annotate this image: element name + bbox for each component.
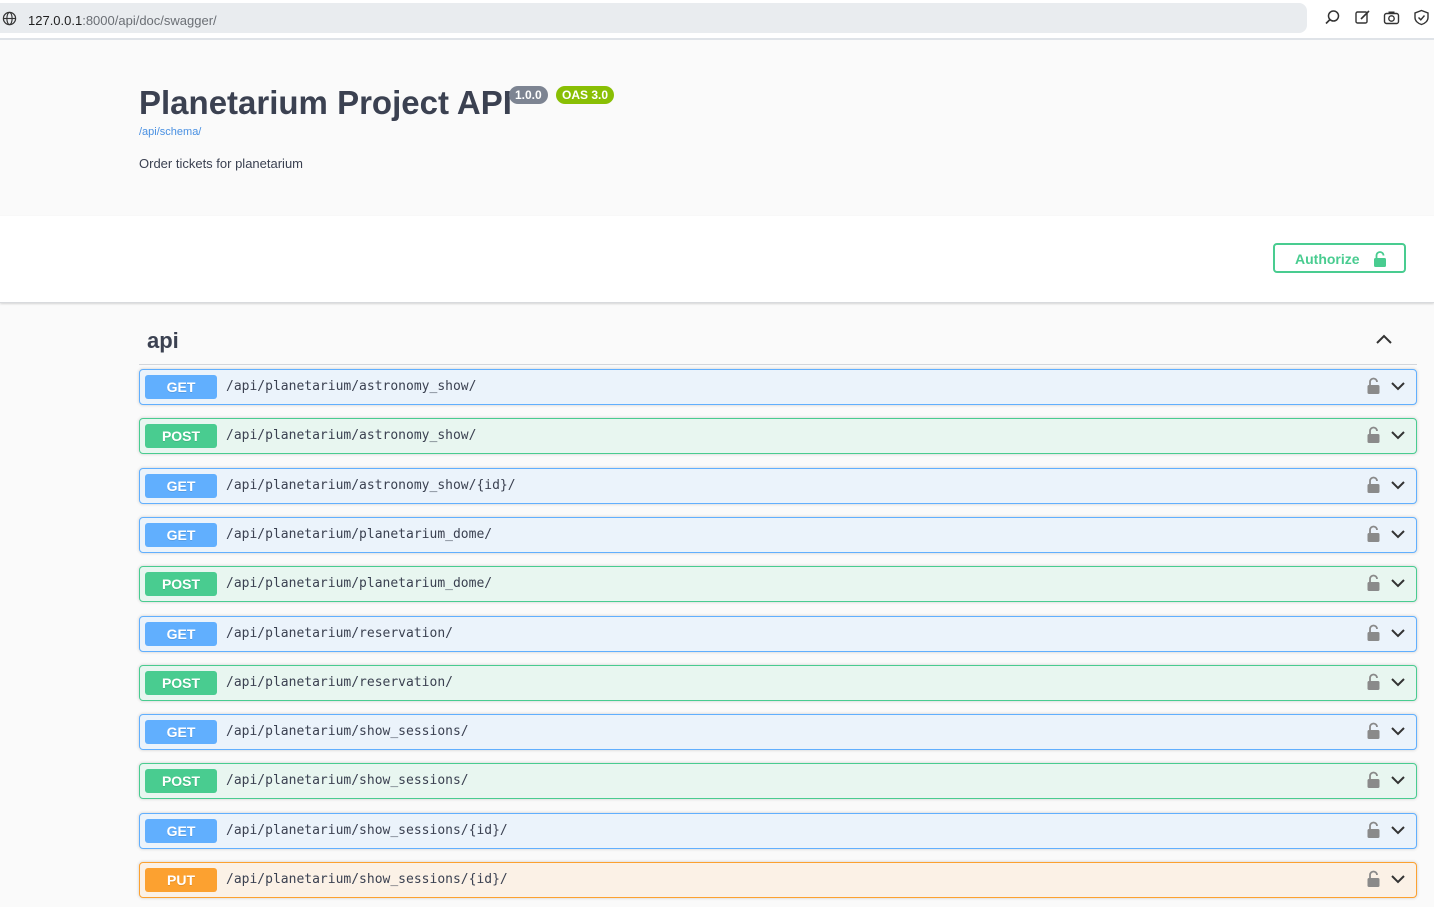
operation-row-get[interactable]: GET/api/planetarium/planetarium_dome/ xyxy=(139,517,1417,553)
authorize-label: Authorize xyxy=(1295,251,1360,267)
unlocked-lock-icon[interactable] xyxy=(1367,722,1380,739)
unlocked-lock-icon[interactable] xyxy=(1367,525,1380,542)
operation-path: /api/planetarium/astronomy_show/{id}/ xyxy=(226,478,516,493)
operation-path: /api/planetarium/reservation/ xyxy=(226,675,453,690)
edit-icon[interactable] xyxy=(1354,9,1371,26)
chevron-down-icon[interactable] xyxy=(1390,774,1406,786)
operation-path: /api/planetarium/show_sessions/{id}/ xyxy=(226,823,508,838)
chevron-down-icon[interactable] xyxy=(1390,380,1406,392)
operation-row-post[interactable]: POST/api/planetarium/show_sessions/ xyxy=(139,763,1417,799)
chevron-down-icon[interactable] xyxy=(1390,873,1406,885)
operation-row-post[interactable]: POST/api/planetarium/reservation/ xyxy=(139,665,1417,701)
chevron-down-icon[interactable] xyxy=(1390,627,1406,639)
method-badge: POST xyxy=(145,572,217,596)
operation-row-post[interactable]: POST/api/planetarium/astronomy_show/ xyxy=(139,418,1417,454)
operation-row-post[interactable]: POST/api/planetarium/planetarium_dome/ xyxy=(139,566,1417,602)
method-badge: GET xyxy=(145,523,217,547)
operation-row-get[interactable]: GET/api/planetarium/show_sessions/{id}/ xyxy=(139,813,1417,849)
unlocked-lock-icon[interactable] xyxy=(1367,574,1380,591)
unlocked-lock-icon[interactable] xyxy=(1367,426,1380,443)
address-bar[interactable]: 127.0.0.1:8000/api/doc/swagger/ xyxy=(0,3,1307,33)
operation-row-get[interactable]: GET/api/planetarium/reservation/ xyxy=(139,616,1417,652)
chevron-down-icon[interactable] xyxy=(1390,479,1406,491)
unlocked-lock-icon xyxy=(1374,251,1386,267)
unlocked-lock-icon[interactable] xyxy=(1367,673,1380,690)
chevron-down-icon[interactable] xyxy=(1390,676,1406,688)
version-badge: 1.0.0 xyxy=(509,86,548,104)
operation-row-get[interactable]: GET/api/planetarium/astronomy_show/{id}/ xyxy=(139,468,1417,504)
chevron-down-icon[interactable] xyxy=(1390,577,1406,589)
globe-icon xyxy=(2,11,17,26)
unlocked-lock-icon[interactable] xyxy=(1367,771,1380,788)
tag-name: api xyxy=(147,328,179,353)
operation-row-get[interactable]: GET/api/planetarium/show_sessions/ xyxy=(139,714,1417,750)
method-badge: GET xyxy=(145,720,217,744)
shield-icon[interactable] xyxy=(1413,9,1430,26)
method-badge: POST xyxy=(145,424,217,448)
method-badge: POST xyxy=(145,671,217,695)
chevron-down-icon[interactable] xyxy=(1390,429,1406,441)
unlocked-lock-icon[interactable] xyxy=(1367,821,1380,838)
method-badge: GET xyxy=(145,622,217,646)
api-description: Order tickets for planetarium xyxy=(139,156,304,171)
chevron-up-icon[interactable] xyxy=(1375,332,1393,346)
method-badge: PUT xyxy=(145,868,217,892)
oas-badge: OAS 3.0 xyxy=(556,86,615,104)
unlocked-lock-icon[interactable] xyxy=(1367,377,1380,394)
camera-icon[interactable] xyxy=(1383,9,1400,26)
scheme-container: Authorize xyxy=(0,216,1434,303)
unlocked-lock-icon[interactable] xyxy=(1367,624,1380,641)
tag-section-header[interactable]: api xyxy=(139,318,1417,365)
zoom-search-icon[interactable] xyxy=(1324,9,1341,26)
schema-link[interactable]: /api/schema/ xyxy=(139,126,201,138)
authorize-button[interactable]: Authorize xyxy=(1273,243,1406,273)
chevron-down-icon[interactable] xyxy=(1390,528,1406,540)
operation-path: /api/planetarium/astronomy_show/ xyxy=(226,428,477,443)
operation-row-get[interactable]: GET/api/planetarium/astronomy_show/ xyxy=(139,369,1417,405)
operation-path: /api/planetarium/show_sessions/ xyxy=(226,724,469,739)
unlocked-lock-icon[interactable] xyxy=(1367,476,1380,493)
method-badge: GET xyxy=(145,819,217,843)
api-title: Planetarium Project API xyxy=(139,84,512,121)
operation-path: /api/planetarium/show_sessions/{id}/ xyxy=(226,872,508,887)
operation-row-put[interactable]: PUT/api/planetarium/show_sessions/{id}/ xyxy=(139,862,1417,898)
browser-toolbar: 127.0.0.1:8000/api/doc/swagger/ xyxy=(0,0,1434,40)
method-badge: GET xyxy=(145,375,217,399)
method-badge: GET xyxy=(145,474,217,498)
api-info: Planetarium Project API 1.0.0 OAS 3.0 /a… xyxy=(0,40,1434,216)
operation-path: /api/planetarium/astronomy_show/ xyxy=(226,379,477,394)
url-path: :8000/api/doc/swagger/ xyxy=(82,13,217,28)
operation-path: /api/planetarium/show_sessions/ xyxy=(226,773,469,788)
url-text: 127.0.0.1:8000/api/doc/swagger/ xyxy=(28,13,217,28)
method-badge: POST xyxy=(145,769,217,793)
operation-path: /api/planetarium/reservation/ xyxy=(226,626,453,641)
url-host: 127.0.0.1 xyxy=(28,13,83,28)
chevron-down-icon[interactable] xyxy=(1390,725,1406,737)
chevron-down-icon[interactable] xyxy=(1390,824,1406,836)
unlocked-lock-icon[interactable] xyxy=(1367,870,1380,887)
operation-path: /api/planetarium/planetarium_dome/ xyxy=(226,527,493,542)
operation-path: /api/planetarium/planetarium_dome/ xyxy=(226,576,493,591)
